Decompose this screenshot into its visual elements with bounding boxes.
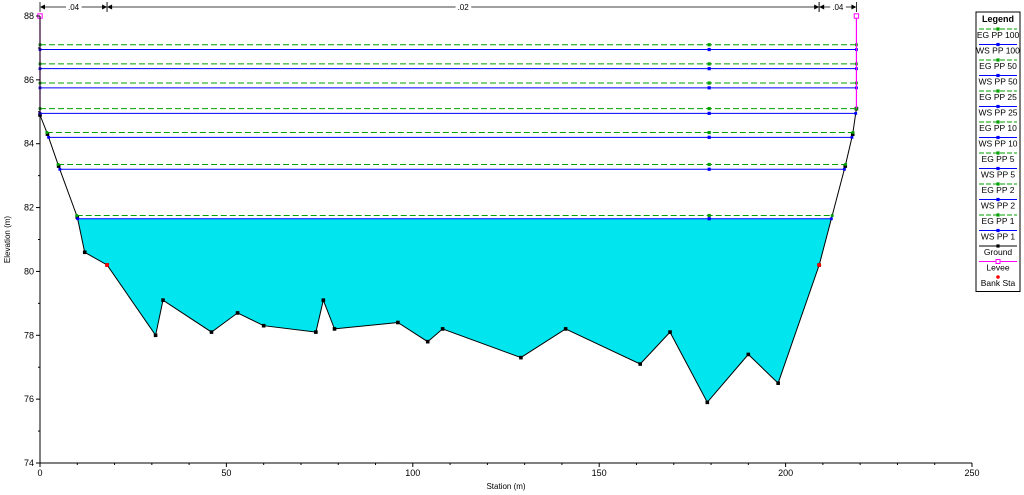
ground-point <box>440 327 445 331</box>
eg-marker <box>707 130 711 135</box>
bank-station-marker <box>817 263 822 268</box>
legend-entry: WS PP 5 <box>981 170 1016 180</box>
eg-marker <box>707 62 711 66</box>
ground-point <box>261 323 266 328</box>
y-tick-label: 80 <box>24 266 34 276</box>
ground-point <box>82 250 87 255</box>
legend: Legend EG PP 100 WS PP 100 EG PP 50 WS PP 50… <box>975 11 1021 292</box>
ws-end-marker <box>850 135 854 139</box>
profile-lines-layer <box>40 44 857 220</box>
ground-point <box>425 339 430 344</box>
legend-entry: Bank Sta <box>981 278 1016 288</box>
ws-marker <box>707 135 711 139</box>
legend-entry: EG PP 2 <box>982 185 1015 195</box>
legend-title: Legend <box>982 14 1014 24</box>
legend-entry: EG PP 5 <box>982 154 1015 164</box>
legend-entry: WS PP 1 <box>981 232 1016 242</box>
x-tick-label: 250 <box>964 468 979 478</box>
eg-end-marker <box>844 163 848 166</box>
ws-marker <box>707 47 711 52</box>
water-fill <box>77 218 832 403</box>
y-tick-label: 88 <box>24 11 34 21</box>
manning-arrow <box>851 4 857 10</box>
manning-label: .04 <box>68 3 80 12</box>
y-tick-label: 76 <box>24 394 34 404</box>
ws-end-marker <box>47 135 50 139</box>
legend-entry: WS PP 25 <box>978 108 1017 118</box>
x-tick-label: 100 <box>405 468 420 478</box>
ground-point <box>153 333 158 338</box>
x-axis-title: Station (m) <box>486 482 525 491</box>
eg-marker <box>707 106 711 111</box>
legend-entry: EG PP 10 <box>979 123 1017 133</box>
legend-entry: WS PP 10 <box>978 139 1017 149</box>
x-tick-label: 200 <box>778 468 793 478</box>
water-fill-layer <box>77 218 832 403</box>
eg-end-marker <box>56 163 60 166</box>
ground-point <box>746 352 751 357</box>
ground-point <box>209 330 214 334</box>
ground-point <box>668 330 672 334</box>
ground-point <box>314 330 318 334</box>
y-axis-title: Elevation (m) <box>3 216 12 263</box>
legend-entry: WS PP 50 <box>978 77 1017 87</box>
legend-entry: WS PP 2 <box>981 201 1016 211</box>
ground-point <box>519 355 523 360</box>
ws-marker <box>707 67 711 71</box>
ground-point <box>332 327 337 331</box>
x-tick-label: 0 <box>37 468 42 478</box>
eg-end-marker <box>851 131 855 134</box>
ground-point <box>705 400 710 405</box>
ground-point <box>235 311 240 315</box>
ground-point <box>161 298 165 302</box>
bank-station-marker <box>105 263 110 268</box>
eg-end-marker <box>45 131 49 134</box>
levee-marker <box>853 13 860 19</box>
y-tick-label: 84 <box>24 139 34 149</box>
legend-entry: EG PP 100 <box>977 30 1020 40</box>
ground-point <box>321 298 326 302</box>
y-tick-label: 74 <box>24 458 34 468</box>
eg-marker <box>707 43 711 47</box>
y-tick-label: 82 <box>24 203 34 213</box>
ground-point <box>638 362 643 366</box>
ws-marker <box>707 167 711 171</box>
ws-marker <box>707 86 711 90</box>
ground-point <box>396 320 400 325</box>
ws-marker <box>707 111 711 115</box>
eg-end-marker <box>830 214 834 217</box>
ws-end-marker <box>854 111 858 115</box>
x-tick-label: 150 <box>592 468 607 478</box>
manning-label: .02 <box>458 3 470 12</box>
legend-entry: Ground <box>984 247 1013 257</box>
eg-marker <box>707 81 711 85</box>
manning-layer: .04 .02 .04 <box>39 2 857 12</box>
ws-marker <box>707 217 711 221</box>
legend-entry: EG PP 25 <box>979 92 1017 102</box>
legend-entry: EG PP 50 <box>979 61 1017 71</box>
legend-entry: Levee <box>986 263 1009 273</box>
manning-arrow <box>40 4 45 10</box>
ws-end-marker <box>76 217 80 221</box>
ws-end-marker <box>829 217 833 221</box>
cross-section-chart: .04 .02 .04 0 50 100 150 200 250 74 76 78 80 82 84 86 8… <box>3 2 1021 491</box>
eg-end-marker <box>75 214 79 217</box>
ground-point <box>776 381 780 385</box>
manning-label: .04 <box>832 3 844 12</box>
ws-end-marker <box>58 167 62 171</box>
manning-arrow <box>107 4 113 10</box>
eg-marker <box>707 213 711 218</box>
manning-arrow <box>102 4 108 10</box>
x-tick-label: 50 <box>221 468 231 478</box>
y-tick-label: 86 <box>24 75 34 85</box>
ws-end-marker <box>843 167 846 171</box>
manning-arrow <box>814 4 820 10</box>
y-tick-label: 78 <box>24 330 34 340</box>
ground-point <box>563 327 568 331</box>
legend-entry: EG PP 1 <box>982 216 1015 226</box>
eg-marker <box>707 162 711 167</box>
legend-entry: WS PP 100 <box>976 46 1020 56</box>
manning-arrow <box>819 4 825 10</box>
